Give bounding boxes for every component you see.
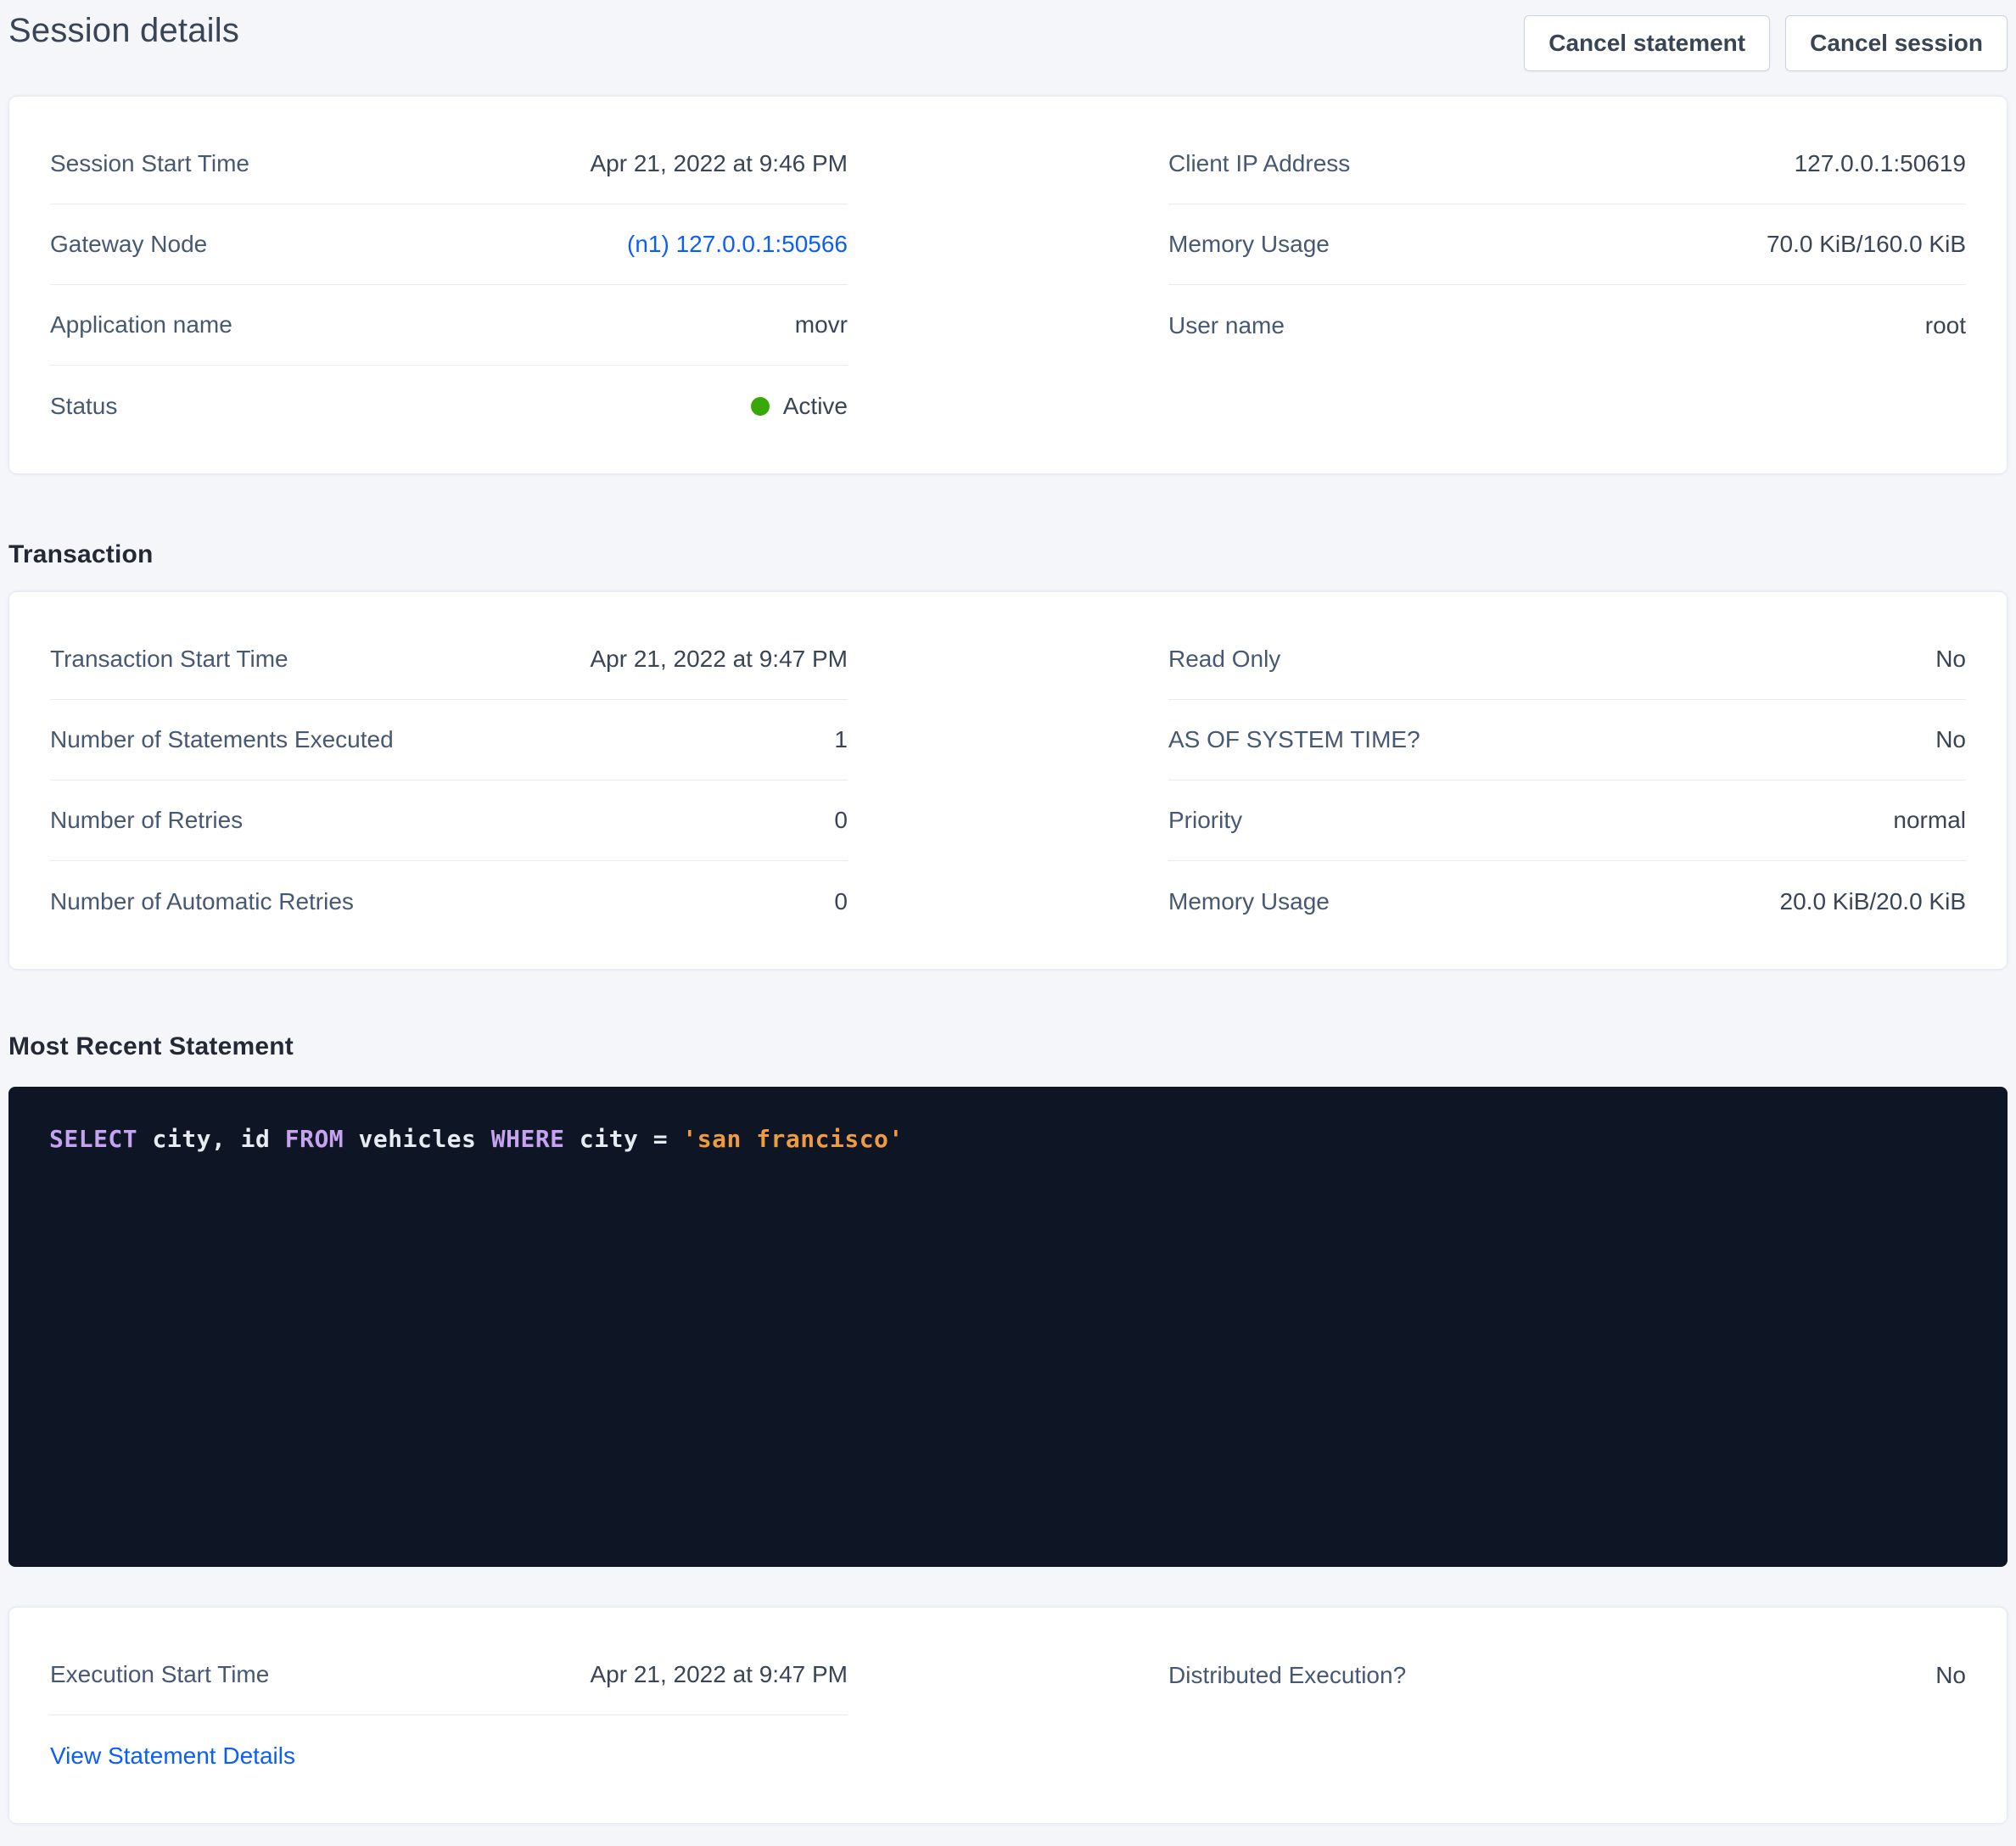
page-title: Session details [8, 12, 239, 50]
transaction-start-time-value: Apr 21, 2022 at 9:47 PM [590, 646, 848, 673]
as-of-system-time-label: AS OF SYSTEM TIME? [1168, 726, 1420, 753]
session-card-right-column: Client IP Address 127.0.0.1:50619 Memory… [1168, 124, 1966, 446]
distributed-execution-label: Distributed Execution? [1168, 1662, 1406, 1689]
as-of-system-time-row: AS OF SYSTEM TIME? No [1168, 700, 1966, 780]
session-details-page: Session details Cancel statement Cancel … [0, 0, 2016, 1824]
cancel-statement-button[interactable]: Cancel statement [1524, 15, 1770, 71]
as-of-system-time-value: No [1935, 726, 1966, 753]
priority-value: normal [1893, 807, 1966, 834]
user-name-row: User name root [1168, 285, 1966, 366]
cancel-session-button[interactable]: Cancel session [1785, 15, 2008, 71]
automatic-retries-label: Number of Automatic Retries [50, 888, 354, 915]
execution-start-time-label: Execution Start Time [50, 1661, 269, 1688]
transaction-memory-usage-value: 20.0 KiB/20.0 KiB [1780, 888, 1966, 915]
number-of-retries-row: Number of Retries 0 [50, 780, 848, 861]
application-name-value: movr [795, 311, 848, 338]
transaction-card-right-column: Read Only No AS OF SYSTEM TIME? No Prior… [1168, 619, 1966, 942]
statements-executed-row: Number of Statements Executed 1 [50, 700, 848, 780]
session-memory-usage-label: Memory Usage [1168, 231, 1330, 258]
view-statement-details-link[interactable]: View Statement Details [50, 1743, 295, 1770]
session-summary-card: Session Start Time Apr 21, 2022 at 9:46 … [8, 96, 2008, 474]
transaction-section-heading: Transaction [8, 540, 2008, 569]
gateway-node-label: Gateway Node [50, 231, 207, 258]
statements-executed-label: Number of Statements Executed [50, 726, 394, 753]
most-recent-statement-heading: Most Recent Statement [8, 1032, 2008, 1061]
status-row: Status Active [50, 366, 848, 446]
execution-summary-card: Execution Start Time Apr 21, 2022 at 9:4… [8, 1607, 2008, 1824]
transaction-memory-usage-label: Memory Usage [1168, 888, 1330, 915]
session-memory-usage-row: Memory Usage 70.0 KiB/160.0 KiB [1168, 204, 1966, 285]
transaction-memory-usage-row: Memory Usage 20.0 KiB/20.0 KiB [1168, 861, 1966, 942]
statements-executed-value: 1 [834, 726, 848, 753]
read-only-row: Read Only No [1168, 619, 1966, 700]
sql-statement-box: SELECT city, id FROM vehicles WHERE city… [8, 1087, 2008, 1567]
transaction-card-left-column: Transaction Start Time Apr 21, 2022 at 9… [50, 619, 848, 942]
execution-start-time-value: Apr 21, 2022 at 9:47 PM [590, 1661, 848, 1688]
execution-card-left-column: Execution Start Time Apr 21, 2022 at 9:4… [50, 1635, 848, 1796]
client-ip-label: Client IP Address [1168, 150, 1350, 177]
spacer [8, 1567, 2008, 1607]
automatic-retries-value: 0 [834, 888, 848, 915]
read-only-label: Read Only [1168, 646, 1280, 673]
page-header: Session details Cancel statement Cancel … [8, 0, 2008, 96]
session-start-time-value: Apr 21, 2022 at 9:46 PM [590, 150, 848, 177]
distributed-execution-value: No [1935, 1662, 1966, 1689]
gateway-node-link[interactable]: (n1) 127.0.0.1:50566 [627, 231, 848, 258]
application-name-row: Application name movr [50, 285, 848, 366]
status-value: Active [783, 393, 848, 420]
session-start-time-label: Session Start Time [50, 150, 249, 177]
application-name-label: Application name [50, 311, 232, 338]
priority-label: Priority [1168, 807, 1242, 834]
header-actions: Cancel statement Cancel session [1524, 12, 2008, 71]
sql-statement: SELECT city, id FROM vehicles WHERE city… [49, 1121, 1967, 1158]
distributed-execution-row: Distributed Execution? No [1168, 1635, 1966, 1715]
status-badge: Active [751, 393, 848, 420]
execution-start-time-row: Execution Start Time Apr 21, 2022 at 9:4… [50, 1635, 848, 1715]
number-of-retries-value: 0 [834, 807, 848, 834]
transaction-start-time-label: Transaction Start Time [50, 646, 288, 673]
user-name-label: User name [1168, 312, 1285, 339]
automatic-retries-row: Number of Automatic Retries 0 [50, 861, 848, 942]
session-card-left-column: Session Start Time Apr 21, 2022 at 9:46 … [50, 124, 848, 446]
user-name-value: root [1925, 312, 1966, 339]
client-ip-value: 127.0.0.1:50619 [1795, 150, 1966, 177]
gateway-node-row: Gateway Node (n1) 127.0.0.1:50566 [50, 204, 848, 285]
number-of-retries-label: Number of Retries [50, 807, 243, 834]
status-label: Status [50, 393, 117, 420]
status-active-dot-icon [751, 397, 770, 416]
transaction-summary-card: Transaction Start Time Apr 21, 2022 at 9… [8, 591, 2008, 970]
transaction-start-time-row: Transaction Start Time Apr 21, 2022 at 9… [50, 619, 848, 700]
client-ip-row: Client IP Address 127.0.0.1:50619 [1168, 124, 1966, 204]
session-start-time-row: Session Start Time Apr 21, 2022 at 9:46 … [50, 124, 848, 204]
execution-card-right-column: Distributed Execution? No [1168, 1635, 1966, 1715]
view-statement-details-row: View Statement Details [50, 1715, 848, 1796]
priority-row: Priority normal [1168, 780, 1966, 861]
session-memory-usage-value: 70.0 KiB/160.0 KiB [1767, 231, 1966, 258]
read-only-value: No [1935, 646, 1966, 673]
